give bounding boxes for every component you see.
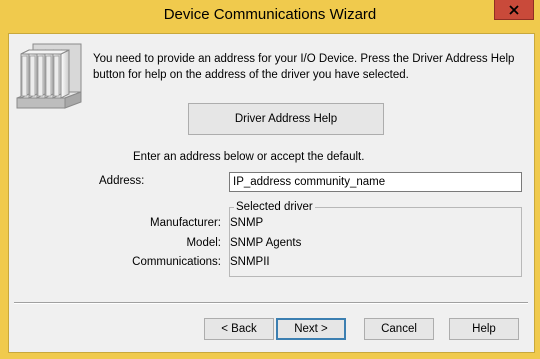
manufacturer-value: SNMP (230, 217, 264, 229)
title-bar[interactable]: Device Communications Wizard (0, 0, 540, 33)
close-button[interactable] (494, 0, 534, 20)
io-device-rack-icon (16, 43, 82, 109)
address-input[interactable] (229, 172, 522, 192)
intro-text: You need to provide an address for your … (93, 53, 515, 81)
manufacturer-label: Manufacturer: (150, 217, 221, 229)
communications-value: SNMPII (230, 256, 270, 268)
communications-label: Communications: (132, 256, 221, 268)
help-button[interactable]: Help (449, 318, 519, 340)
close-icon (509, 4, 519, 15)
address-prompt: Enter an address below or accept the def… (133, 151, 365, 163)
selected-driver-legend: Selected driver (234, 201, 315, 213)
cancel-button[interactable]: Cancel (364, 318, 434, 340)
next-button[interactable]: Next > (276, 318, 346, 340)
wizard-window: Device Communications Wizard You need to… (0, 0, 540, 359)
driver-address-help-button[interactable]: Driver Address Help (188, 103, 384, 135)
wizard-client-area: You need to provide an address for your … (8, 33, 535, 353)
back-button[interactable]: < Back (204, 318, 274, 340)
footer-divider (14, 302, 528, 304)
model-label: Model: (186, 237, 221, 249)
window-title: Device Communications Wizard (163, 6, 377, 23)
address-label: Address: (99, 175, 145, 187)
model-value: SNMP Agents (230, 237, 302, 249)
